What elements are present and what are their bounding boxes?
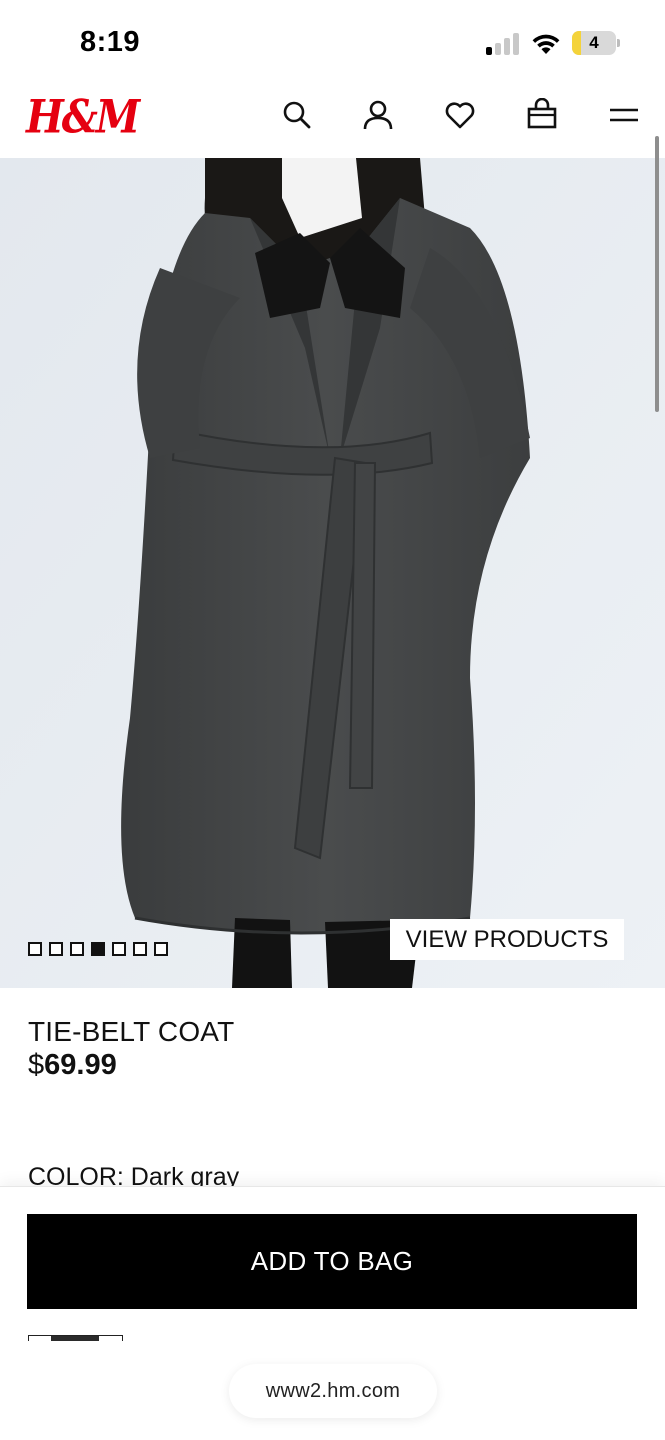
search-icon[interactable] [280,98,314,132]
carousel-dot[interactable] [112,942,126,956]
favorites-icon[interactable] [443,98,477,132]
carousel-pagination [28,942,168,956]
page-scrollbar[interactable] [655,136,659,412]
product-image[interactable] [0,158,665,988]
add-to-bag-button[interactable]: ADD TO BAG [27,1214,637,1309]
carousel-dot[interactable] [133,942,147,956]
carousel-dot[interactable] [70,942,84,956]
color-swatch-thumbnail[interactable] [28,1335,123,1341]
status-bar: 8:19 4 [0,0,665,82]
view-products-button[interactable]: VIEW PRODUCTS [390,919,624,960]
coat-photo-icon [0,158,665,988]
carousel-dot[interactable] [28,942,42,956]
product-price: $69.99 [28,1049,117,1082]
carousel-dot[interactable] [49,942,63,956]
account-icon[interactable] [361,98,395,132]
carousel-dot-active[interactable] [91,942,105,956]
browser-url-bar[interactable]: www2.hm.com [229,1364,437,1418]
bottom-action-sheet: ADD TO BAG www2.hm.com [0,1186,665,1440]
product-name: TIE-BELT COAT [28,1016,235,1047]
price-currency: $ [28,1049,45,1081]
product-page: 8:19 4 H&M VIEW PRODUCTS TIE-BELT COAT $… [0,0,665,1440]
menu-icon[interactable] [607,98,641,132]
battery-level: 4 [589,33,599,52]
status-time: 8:19 [80,26,141,58]
site-header: H&M [0,82,665,158]
shopping-bag-icon[interactable] [525,98,559,132]
cellular-signal-icon [486,33,520,55]
wifi-icon [530,31,562,55]
price-amount: 69.99 [44,1049,117,1081]
carousel-dot[interactable] [154,942,168,956]
hm-logo[interactable]: H&M [26,90,140,144]
battery-icon: 4 [572,31,620,55]
